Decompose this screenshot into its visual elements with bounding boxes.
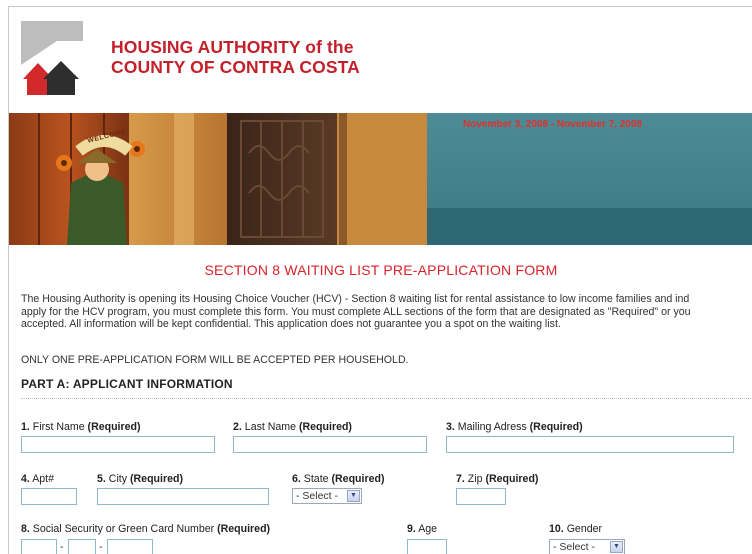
last-name-input[interactable] [233,436,427,453]
apt-input[interactable] [21,488,77,505]
age-input[interactable] [407,539,447,554]
zip-input[interactable] [456,488,506,505]
housing-authority-logo [21,21,83,95]
field-label: Last Name [244,421,297,433]
state-select-value: - Select - [296,490,339,502]
required-marker: (Required) [87,421,141,433]
city-label: 5. City (Required) [97,473,183,485]
ssn-part2-input[interactable] [68,539,96,554]
gender-select[interactable]: - Select - ▼ [549,539,625,554]
first-name-input[interactable] [21,436,215,453]
ssn-separator: - [60,541,64,553]
intro-line3: accepted. All information will be kept c… [21,318,561,330]
field-label: First Name [32,421,85,433]
section-divider [21,398,752,399]
chevron-down-icon[interactable]: ▼ [610,541,623,553]
field-label: City [108,473,128,485]
field-number: 9. [407,523,416,535]
intro-line2: apply for the HCV program, you must comp… [21,305,691,318]
ssn-part3-input[interactable] [107,539,153,554]
required-marker: (Required) [485,473,539,485]
required-marker: (Required) [298,421,352,433]
field-number: 7. [456,473,465,485]
field-label: Gender [566,523,603,535]
chevron-down-icon[interactable]: ▼ [347,490,360,502]
hero-banner: WELCOME [9,113,752,245]
org-name: HOUSING AUTHORITY of the COUNTY OF CONTR… [111,37,360,77]
state-select[interactable]: - Select - ▼ [292,488,362,504]
required-marker: (Required) [529,421,583,433]
banner-date-strip [427,208,752,245]
ssn-separator: - [99,541,103,553]
banner-dates: November 3, 2008 - November 7, 2008 [463,119,642,130]
age-label: 9. Age [407,523,437,535]
field-number: 10. [549,523,564,535]
ssn-label: 8. Social Security or Green Card Number … [21,523,270,535]
field-label: Social Security or Green Card Number [32,523,215,535]
household-notice: ONLY ONE PRE-APPLICATION FORM WILL BE AC… [21,354,409,366]
city-input[interactable] [97,488,269,505]
state-label: 6. State (Required) [292,473,384,485]
required-marker: (Required) [217,523,271,535]
form-title: SECTION 8 WAITING LIST PRE-APPLICATION F… [204,262,558,278]
ssn-part1-input[interactable] [21,539,57,554]
field-label: Apt# [32,473,54,485]
mailing-address-input[interactable] [446,436,734,453]
field-label: Age [418,523,438,535]
mailing-address-label: 3. Mailing Adress (Required) [446,421,583,433]
banner-title-line2: Section 8 Waiting List [463,62,679,87]
field-number: 8. [21,523,30,535]
required-marker: (Required) [331,473,385,485]
org-name-line1: HOUSING AUTHORITY of the [111,37,354,57]
gender-select-value: - Select - [553,541,596,553]
zip-label: 7. Zip (Required) [456,473,538,485]
page-frame: HOUSING AUTHORITY of the COUNTY OF CONTR… [8,6,752,554]
field-number: 6. [292,473,301,485]
field-label: State [303,473,329,485]
field-number: 5. [97,473,106,485]
intro-paragraph: The Housing Authority is opening its Hou… [21,293,752,331]
field-number: 2. [233,421,242,433]
gender-label: 10. Gender [549,523,602,535]
banner-title-line1: On-Line Submission [463,33,666,58]
door-welcome-photo [9,113,427,245]
org-name-line2: COUNTY OF CONTRA COSTA [111,57,360,77]
field-number: 4. [21,473,30,485]
field-label: Zip [467,473,483,485]
apt-label: 4. Apt# [21,473,54,485]
field-label: Mailing Adress [457,421,527,433]
last-name-label: 2. Last Name (Required) [233,421,352,433]
banner-title: On-Line Submission Section 8 Waiting Lis… [463,31,679,89]
field-number: 3. [446,421,455,433]
required-marker: (Required) [130,473,183,485]
section-heading-part-a: PART A: APPLICANT INFORMATION [21,377,233,391]
field-number: 1. [21,421,30,433]
first-name-label: 1. First Name (Required) [21,421,141,433]
intro-line1: The Housing Authority is opening its Hou… [21,293,690,305]
